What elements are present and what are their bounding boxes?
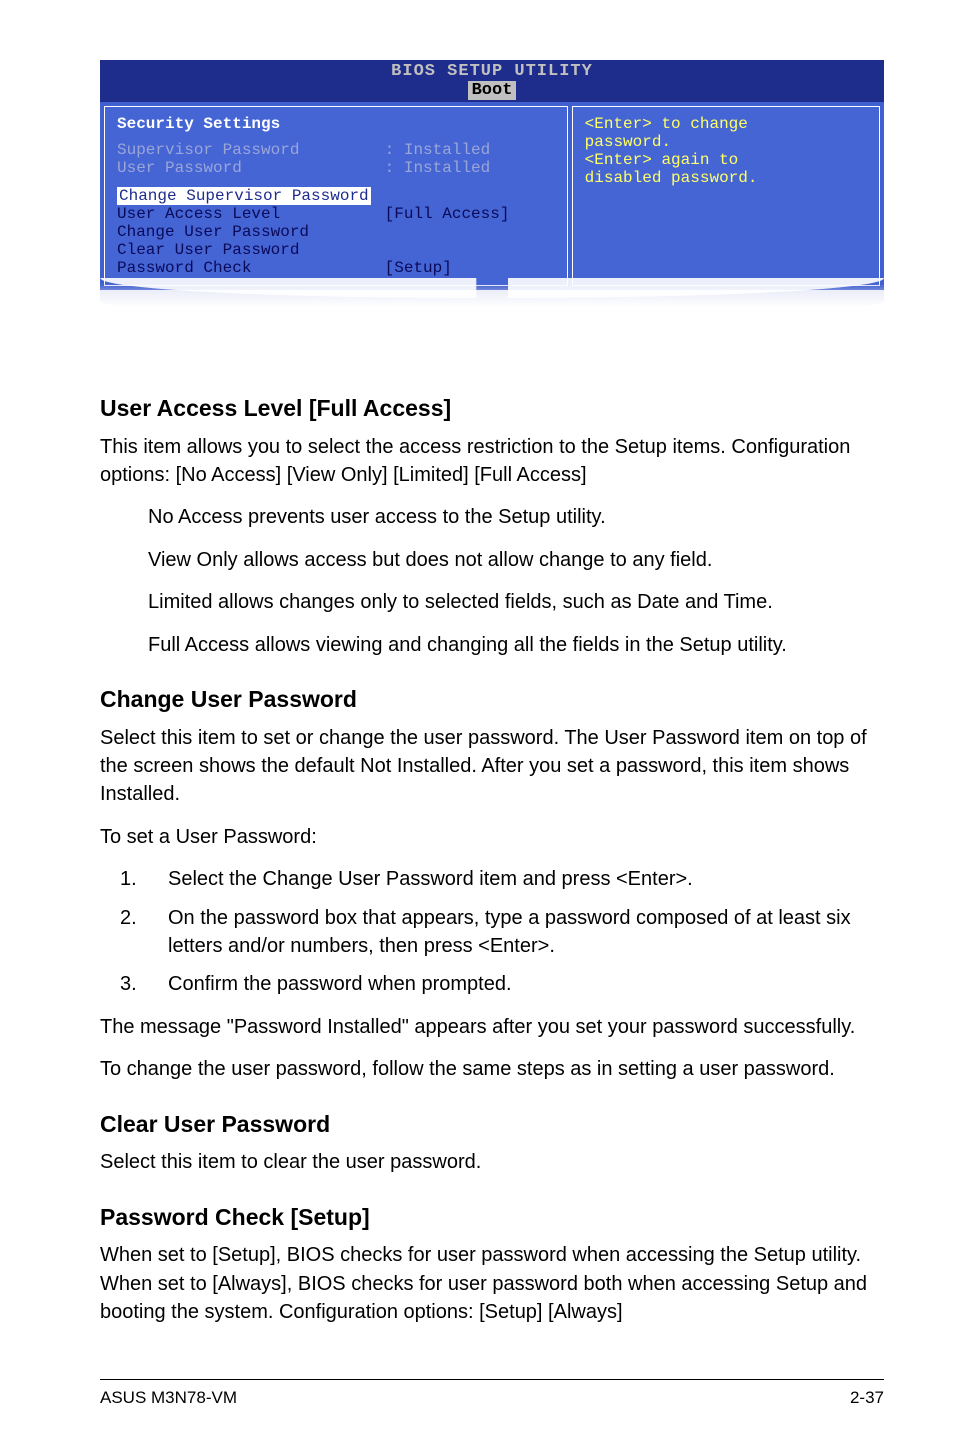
indent-line: View Only allows access but does not all… xyxy=(148,546,884,574)
bios-left-heading: Security Settings xyxy=(117,115,555,133)
help-line: <Enter> to change xyxy=(585,115,867,133)
bios-row-userpw: User Password : Installed xyxy=(117,159,555,177)
bios-row-ual[interactable]: User Access Level [Full Access] xyxy=(117,205,555,223)
document-content: User Access Level [Full Access] This ite… xyxy=(100,368,884,1340)
bios-row-supervisor: Supervisor Password : Installed xyxy=(117,141,555,159)
para: The message "Password Installed" appears… xyxy=(100,1013,884,1041)
footer-left: ASUS M3N78-VM xyxy=(100,1388,237,1408)
label: Change Supervisor Password xyxy=(117,187,371,205)
list-item: 3. Confirm the password when prompted. xyxy=(120,970,884,998)
bios-body: Security Settings Supervisor Password : … xyxy=(100,102,884,290)
value xyxy=(385,223,555,241)
value xyxy=(385,241,555,259)
list-text: On the password box that appears, type a… xyxy=(168,904,884,961)
indent-line: Full Access allows viewing and changing … xyxy=(148,631,884,659)
indent-line: No Access prevents user access to the Se… xyxy=(148,503,884,531)
value: [Setup] xyxy=(385,259,555,277)
heading-clear-user-password: Clear User Password xyxy=(100,1108,884,1141)
list-item: 2. On the password box that appears, typ… xyxy=(120,904,884,961)
list-number: 2. xyxy=(120,904,168,961)
label: Supervisor Password xyxy=(117,141,385,159)
list-number: 1. xyxy=(120,865,168,893)
ordered-list: 1. Select the Change User Password item … xyxy=(120,865,884,999)
footer-right: 2-37 xyxy=(850,1388,884,1408)
list-item: 1. Select the Change User Password item … xyxy=(120,865,884,893)
para: To change the user password, follow the … xyxy=(100,1055,884,1083)
bios-title-line2: Boot xyxy=(468,81,517,100)
help-line: password. xyxy=(585,133,867,151)
para: To set a User Password: xyxy=(100,823,884,851)
bios-titlebar: BIOS SETUP UTILITY Boot xyxy=(100,60,884,102)
para: When set to [Setup], BIOS checks for use… xyxy=(100,1241,884,1326)
bios-row-clear-user[interactable]: Clear User Password xyxy=(117,241,555,259)
value: : Installed xyxy=(385,159,555,177)
heading-change-user-password: Change User Password xyxy=(100,683,884,716)
help-line: disabled password. xyxy=(585,169,867,187)
bios-right-pane: <Enter> to change password. <Enter> agai… xyxy=(572,106,880,286)
para: This item allows you to select the acces… xyxy=(100,433,884,490)
bios-row-change-supervisor[interactable]: Change Supervisor Password xyxy=(117,187,555,205)
indent-line: Limited allows changes only to selected … xyxy=(148,588,884,616)
heading-password-check: Password Check [Setup] xyxy=(100,1201,884,1234)
bios-left-pane: Security Settings Supervisor Password : … xyxy=(104,106,568,286)
help-line: <Enter> again to xyxy=(585,151,867,169)
label: User Access Level xyxy=(117,205,385,223)
heading-user-access-level: User Access Level [Full Access] xyxy=(100,392,884,425)
value: [Full Access] xyxy=(385,205,555,223)
label: User Password xyxy=(117,159,385,177)
bios-row-pwcheck[interactable]: Password Check [Setup] xyxy=(117,259,555,277)
list-text: Confirm the password when prompted. xyxy=(168,970,884,998)
bios-row-change-user[interactable]: Change User Password xyxy=(117,223,555,241)
fade-gradient xyxy=(100,284,884,318)
list-number: 3. xyxy=(120,970,168,998)
bios-panel: BIOS SETUP UTILITY Boot Security Setting… xyxy=(100,60,884,290)
label: Password Check xyxy=(117,259,385,277)
label: Clear User Password xyxy=(117,241,385,259)
para: Select this item to set or change the us… xyxy=(100,724,884,809)
page-footer: ASUS M3N78-VM 2-37 xyxy=(100,1379,884,1408)
para: Select this item to clear the user passw… xyxy=(100,1148,884,1176)
bios-title-line1: BIOS SETUP UTILITY xyxy=(100,62,884,81)
label: Change User Password xyxy=(117,223,385,241)
list-text: Select the Change User Password item and… xyxy=(168,865,884,893)
value: : Installed xyxy=(385,141,555,159)
